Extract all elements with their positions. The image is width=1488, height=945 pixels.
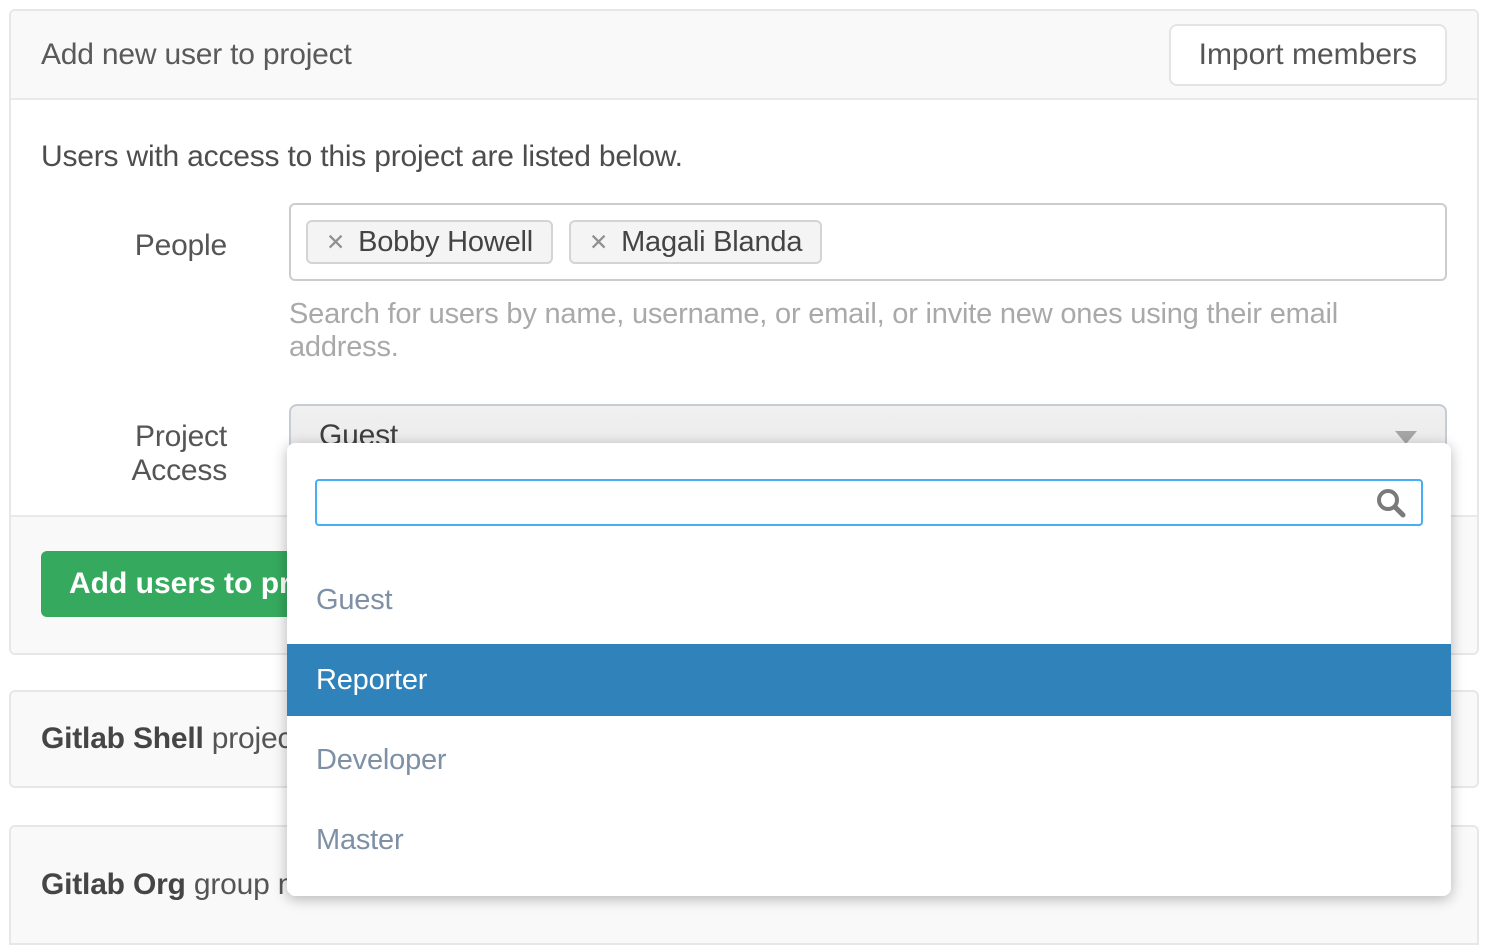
intro-text: Users with access to this project are li… xyxy=(41,140,1447,174)
selected-user-name: Magali Blanda xyxy=(621,226,802,259)
gitlab-org-members-heading: Gitlab Org group m xyxy=(41,868,302,902)
selected-user-chip[interactable]: ✕ Bobby Howell xyxy=(306,220,553,264)
access-option-developer[interactable]: Developer xyxy=(287,724,1451,796)
access-option-guest[interactable]: Guest xyxy=(287,564,1451,636)
project-access-label: Project Access xyxy=(41,404,257,488)
people-form-row: People ✕ Bobby Howell ✕ Magali Blanda Se… xyxy=(41,203,1447,364)
dropdown-search-input[interactable] xyxy=(315,479,1423,526)
gitlab-shell-members-heading: Gitlab Shell project xyxy=(41,722,300,756)
access-option-reporter[interactable]: Reporter xyxy=(287,644,1451,716)
dropdown-search-wrap xyxy=(315,479,1423,526)
access-level-list: Guest Reporter Developer Master xyxy=(287,564,1451,876)
import-members-button[interactable]: Import members xyxy=(1169,24,1447,86)
add-user-form: Users with access to this project are li… xyxy=(11,100,1477,488)
page-title: Add new user to project xyxy=(41,38,352,72)
selected-user-chip[interactable]: ✕ Magali Blanda xyxy=(569,220,822,264)
selected-user-name: Bobby Howell xyxy=(358,226,533,259)
project-access-dropdown: Guest Reporter Developer Master xyxy=(287,443,1451,896)
project-name: Gitlab Shell xyxy=(41,722,204,755)
group-name: Gitlab Org xyxy=(41,868,186,901)
people-input[interactable]: ✕ Bobby Howell ✕ Magali Blanda xyxy=(289,203,1447,281)
remove-user-icon[interactable]: ✕ xyxy=(326,231,345,254)
access-option-master[interactable]: Master xyxy=(287,804,1451,876)
people-label: People xyxy=(41,203,257,364)
add-user-panel-heading: Add new user to project Import members xyxy=(11,11,1477,100)
remove-user-icon[interactable]: ✕ xyxy=(589,231,608,254)
people-help-text: Search for users by name, username, or e… xyxy=(289,298,1447,364)
